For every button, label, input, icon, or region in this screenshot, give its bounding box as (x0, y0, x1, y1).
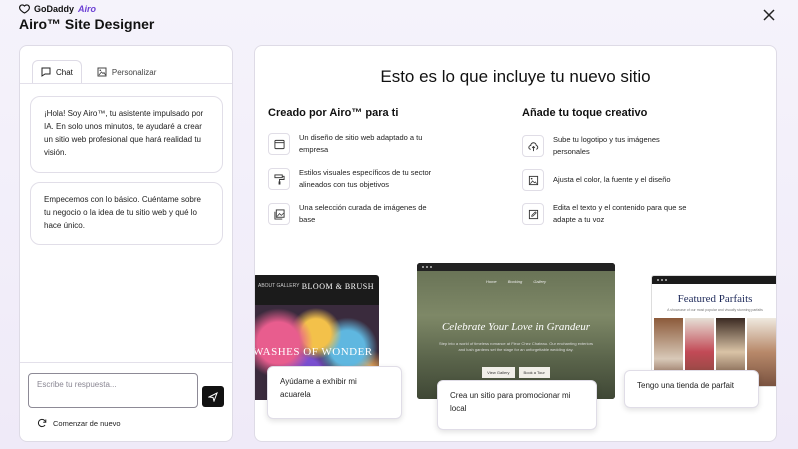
preview-button: Book a Tour (518, 367, 550, 378)
feature-text: Una selección curada de imágenes de base (299, 203, 427, 224)
site-includes-panel: Esto es lo que incluye tu nuevo sitio Cr… (254, 45, 777, 442)
image-adjust-icon (522, 169, 544, 191)
feature-item: Estilos visuales específicos de tu secto… (268, 167, 439, 191)
feature-item: Sube tu logotipo y tus imágenes personal… (522, 134, 693, 158)
creative-touch-heading: Añade tu toque creativo (522, 107, 648, 119)
preview-nav-links: ABOUT GALLERY (258, 283, 300, 289)
reply-input[interactable] (28, 373, 198, 408)
created-by-airo-heading: Creado por Airo™ para ti (268, 107, 399, 119)
godaddy-logo-icon (19, 4, 30, 14)
tab-chat-label: Chat (56, 67, 73, 77)
template-preview-venue: Home Booking Gallery Celebrate Your Love… (417, 263, 615, 399)
feature-text: Estilos visuales específicos de tu secto… (299, 168, 432, 189)
preview-button: View Gallery (482, 367, 515, 378)
feature-item: Un diseño de sitio web adaptado a tu emp… (268, 132, 439, 156)
panel-title: Esto es lo que incluye tu nuevo sitio (380, 67, 651, 86)
prompt-suggestion-card[interactable]: Tengo una tienda de parfait (624, 370, 759, 408)
app-title: Airo™ Site Designer (19, 16, 155, 32)
prompt-suggestion-card[interactable]: Crea un sitio para promocionar mi local (437, 380, 597, 430)
tab-divider (20, 83, 232, 84)
browser-window-icon (268, 133, 290, 155)
tab-personalizar[interactable]: Personalizar (88, 60, 165, 84)
feature-text: Ajusta el color, la fuente y el diseño (553, 175, 671, 184)
edit-pencil-icon (522, 203, 544, 225)
preview-buttons: View Gallery Book a Tour (417, 367, 615, 378)
brand-product: Airo (78, 4, 97, 14)
images-icon (268, 203, 290, 225)
assistant-message: ¡Hola! Soy Airo™, tu asistente impulsado… (30, 96, 223, 173)
restart-label: Comenzar de nuevo (53, 418, 121, 428)
preview-nav-links: Home Booking Gallery (485, 279, 547, 284)
feature-text: Sube tu logotipo y tus imágenes personal… (553, 135, 660, 156)
image-icon (97, 67, 107, 77)
preview-hero-text: WASHES OF WONDER (254, 346, 373, 358)
preview-hero-text: Celebrate Your Love in Grandeur (441, 321, 591, 333)
prompt-suggestion-card[interactable]: Ayúdame a exhibir mi acuarela (267, 366, 402, 419)
panel-tabs: Chat Personalizar (32, 60, 165, 84)
send-icon (208, 391, 218, 402)
browser-dots (417, 263, 615, 271)
preview-brand: BLOOM & BRUSH (301, 281, 374, 291)
tab-personalizar-label: Personalizar (111, 67, 157, 77)
cloud-upload-icon (522, 135, 544, 157)
browser-dots (652, 276, 776, 284)
input-divider (20, 362, 232, 363)
brand-name: GoDaddy (34, 4, 75, 14)
chat-bubble-icon (41, 67, 51, 77)
preview-nav: ABOUT GALLERY BLOOM & BRUSH (255, 275, 379, 297)
close-icon[interactable] (762, 8, 776, 22)
preview-subtext: A showcase of our most popular and visua… (667, 308, 763, 312)
paint-roller-icon (268, 168, 290, 190)
preview-title: Featured Parfaits (677, 293, 753, 305)
assistant-message: Empecemos con lo básico. Cuéntame sobre … (30, 182, 223, 245)
feature-text: Edita el texto y el contenido para que s… (553, 203, 687, 224)
restart-button[interactable]: Comenzar de nuevo (37, 418, 121, 428)
feature-item: Edita el texto y el contenido para que s… (522, 202, 693, 226)
feature-item: Una selección curada de imágenes de base (268, 202, 439, 226)
brand-logo: GoDaddy Airo (19, 4, 96, 14)
refresh-icon (37, 418, 47, 428)
feature-item: Ajusta el color, la fuente y el diseño (522, 169, 693, 191)
tab-chat[interactable]: Chat (32, 60, 82, 84)
feature-text: Un diseño de sitio web adaptado a tu emp… (299, 133, 423, 154)
chat-panel: Chat Personalizar ¡Hola! Soy Airo™, tu a… (19, 45, 233, 442)
preview-subtext: Step into a world of timeless romance at… (438, 341, 594, 352)
send-button[interactable] (202, 386, 224, 407)
